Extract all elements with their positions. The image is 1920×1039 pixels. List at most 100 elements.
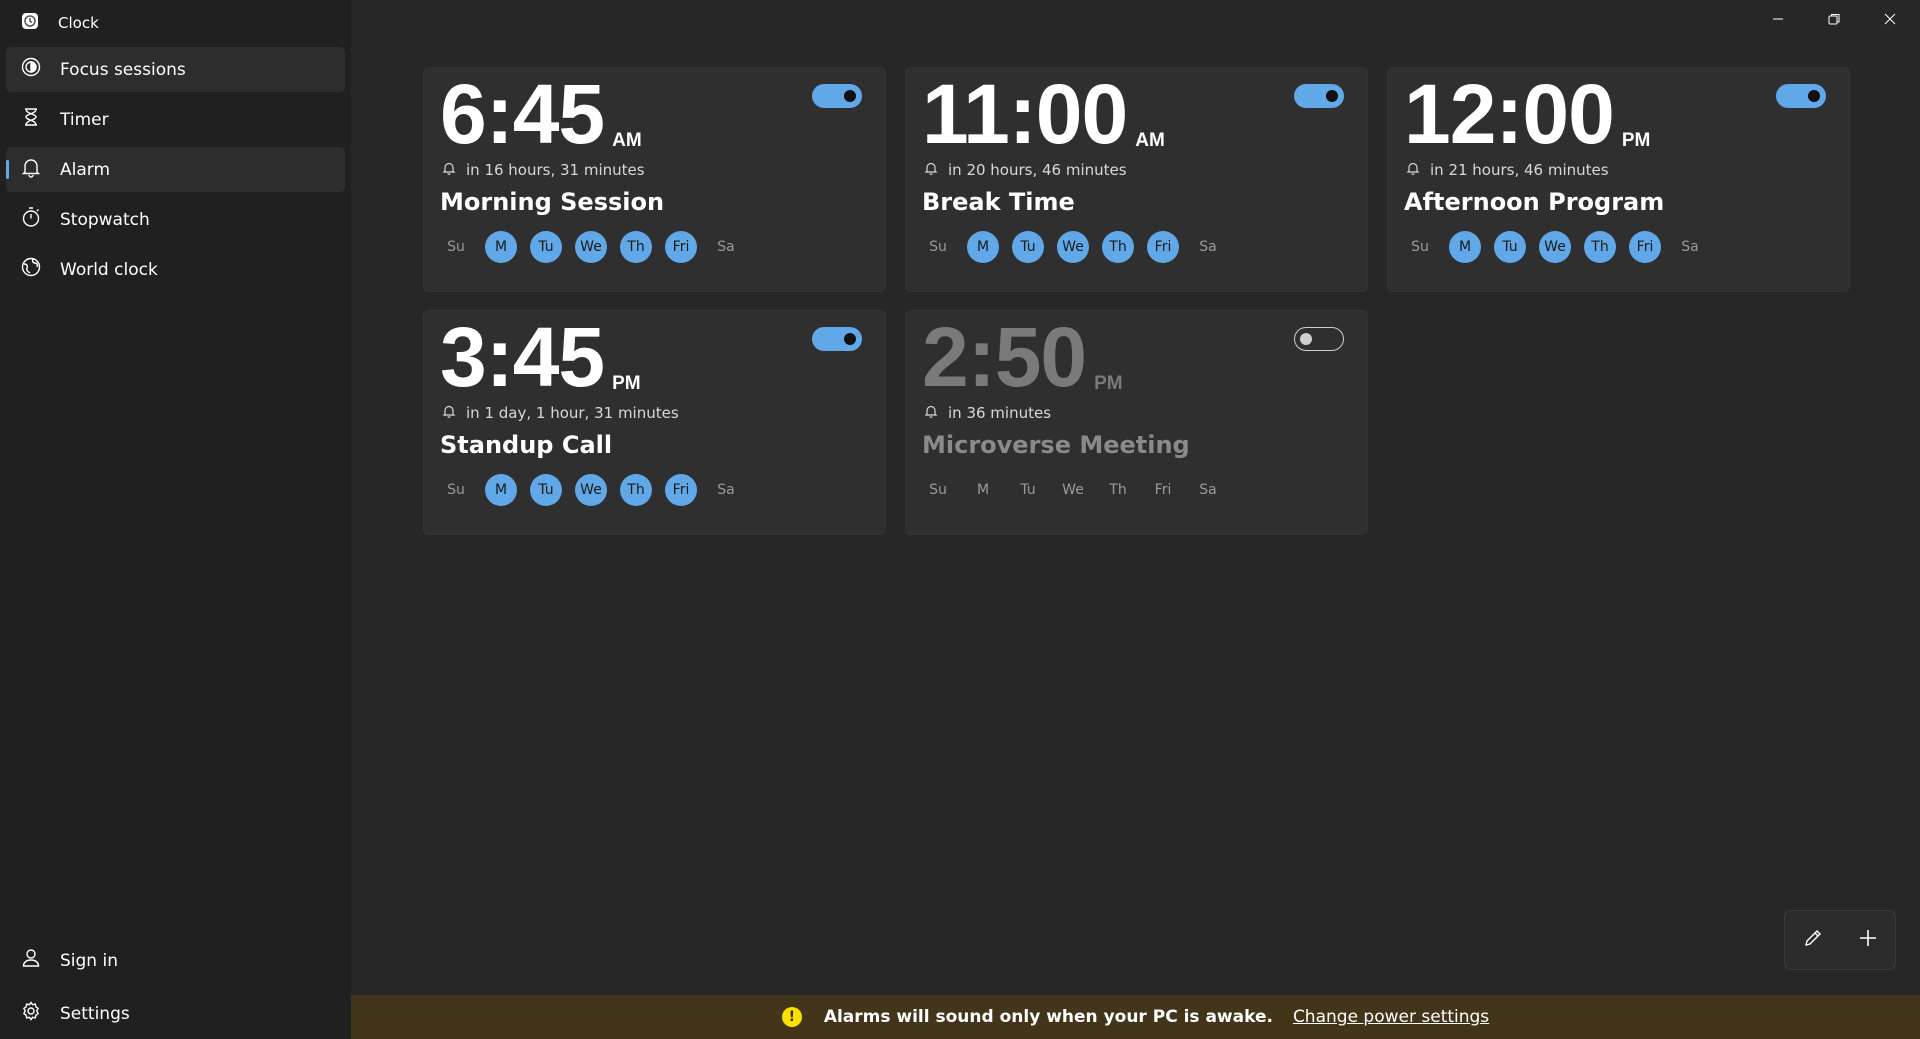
alarm-card[interactable]: 2:50 PM in 36 minutes Microverse Meeting… [905,310,1368,535]
alarm-ampm: AM [1135,130,1165,151]
alarm-name: Break Time [922,188,1075,216]
power-warning-infobar: ! Alarms will sound only when your PC is… [351,995,1920,1039]
day-chip: Tu [1012,231,1044,263]
nav-item-settings[interactable]: Settings [6,991,345,1036]
alarm-page: 6:45 AM in 16 hours, 31 minutes Morning … [351,0,1920,1039]
alarm-remaining: in 16 hours, 31 minutes [442,161,645,179]
nav-item-alarm[interactable]: Alarm [6,147,345,192]
minimize-button[interactable] [1750,0,1806,40]
close-button[interactable] [1862,0,1918,40]
day-chip: Th [1109,482,1127,498]
alarm-time-value: 2:50 [922,310,1087,404]
globe-icon [20,256,42,283]
bottom-nav: Sign in Settings [6,938,345,1039]
alarm-toggle[interactable] [1294,84,1344,108]
alarm-days: Su M Tu We Th Fri Sa [440,474,742,506]
app-title: Clock [58,14,99,32]
day-chip: Fri [1147,231,1179,263]
day-chip: Su [447,239,465,255]
alarm-time: 12:00 PM [1404,72,1650,156]
alarm-time-value: 6:45 [440,67,605,161]
day-chip: Th [620,231,652,263]
nav-item-label: Sign in [60,950,118,971]
day-chip: We [575,231,607,263]
alarm-time: 11:00 AM [922,72,1165,156]
nav-item-world-clock[interactable]: World clock [6,247,345,292]
alarm-card[interactable]: 6:45 AM in 16 hours, 31 minutes Morning … [423,67,886,292]
alarm-toggle[interactable] [1776,84,1826,108]
alarm-ampm: PM [612,373,641,394]
toggle-knob [844,333,856,345]
bell-icon [1406,161,1420,179]
alarm-toggle[interactable] [812,84,862,108]
alarm-remaining: in 36 minutes [924,404,1051,422]
day-chip: Tu [530,231,562,263]
alarm-toggle[interactable] [1294,327,1344,351]
nav-item-label: Alarm [60,159,111,180]
day-chip: Th [1102,231,1134,263]
bell-icon [442,161,456,179]
alarm-remaining: in 1 day, 1 hour, 31 minutes [442,404,679,422]
person-icon [20,947,42,974]
day-chip: We [1057,231,1089,263]
day-chip: Su [447,482,465,498]
alarm-name: Microverse Meeting [922,431,1190,459]
toggle-knob [1300,333,1312,345]
alarm-time-value: 12:00 [1404,67,1615,161]
focus-icon [20,56,42,83]
bell-icon [924,404,938,422]
bell-icon [442,404,456,422]
nav-item-stopwatch[interactable]: Stopwatch [6,197,345,242]
day-chip: Fri [1629,231,1661,263]
alarm-card[interactable]: 11:00 AM in 20 hours, 46 minutes Break T… [905,67,1368,292]
day-chip: Tu [530,474,562,506]
alarm-name: Standup Call [440,431,613,459]
stopwatch-icon [20,206,42,233]
day-chip: Sa [1199,482,1217,498]
bell-icon [20,156,42,183]
nav-item-sign-in[interactable]: Sign in [6,938,345,983]
restore-button[interactable] [1806,0,1862,40]
alarm-actions-bar [1784,910,1896,970]
alarm-time-value: 3:45 [440,310,605,404]
day-chip: Fri [665,474,697,506]
clock-app-icon [20,11,40,35]
alarm-ampm: AM [612,130,642,151]
day-chip: Sa [717,239,735,255]
alarm-toggle[interactable] [812,327,862,351]
day-chip: Tu [1020,482,1036,498]
clock-window: Clock Focus sessions Timer Alarm Stopwat… [0,0,1920,1039]
alarm-time: 3:45 PM [440,315,641,399]
nav-item-label: Focus sessions [60,59,186,80]
alarm-remaining: in 21 hours, 46 minutes [1406,161,1609,179]
change-power-settings-link[interactable]: Change power settings [1293,1007,1489,1027]
nav-item-label: Timer [60,109,109,130]
alarm-card[interactable]: 12:00 PM in 21 hours, 46 minutes Afterno… [1387,67,1850,292]
day-chip: Su [929,482,947,498]
nav-item-label: Stopwatch [60,209,150,230]
add-alarm-button[interactable] [1848,920,1888,960]
infobar-message: Alarms will sound only when your PC is a… [823,1007,1273,1027]
alarm-remaining-text: in 21 hours, 46 minutes [1430,161,1609,179]
day-chip: Fri [665,231,697,263]
sidebar: Clock Focus sessions Timer Alarm Stopwat… [0,0,351,1039]
day-chip: We [575,474,607,506]
toggle-knob [1326,90,1338,102]
day-chip: We [1539,231,1571,263]
minimize-icon [1771,11,1785,30]
bell-icon [924,161,938,179]
app-title-bar: Clock [20,12,99,34]
alarm-name: Morning Session [440,188,665,216]
nav-item-label: Settings [60,1003,130,1024]
day-chip: M [485,231,517,263]
toggle-knob [1808,90,1820,102]
edit-alarms-button[interactable] [1793,920,1833,960]
pencil-icon [1802,927,1824,953]
alarm-remaining: in 20 hours, 46 minutes [924,161,1127,179]
day-chip: Th [620,474,652,506]
plus-icon [1857,927,1879,953]
nav-item-timer[interactable]: Timer [6,97,345,142]
alarm-card[interactable]: 3:45 PM in 1 day, 1 hour, 31 minutes Sta… [423,310,886,535]
alarm-remaining-text: in 36 minutes [948,404,1052,422]
nav-item-focus-sessions[interactable]: Focus sessions [6,47,345,92]
